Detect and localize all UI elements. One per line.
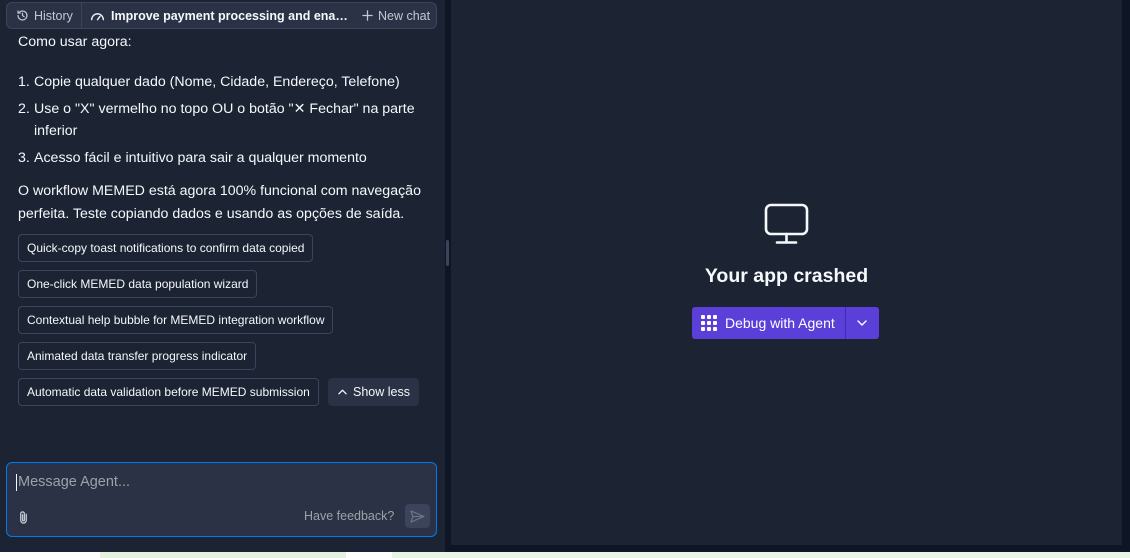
agent-icon <box>701 315 717 331</box>
history-label: History <box>34 8 73 23</box>
suggestion-chip[interactable]: Animated data transfer progress indicato… <box>18 342 257 370</box>
chat-title: Improve payment processing and enable m.… <box>111 8 354 23</box>
suggestion-chip[interactable]: One-click MEMED data population wizard <box>18 270 258 298</box>
list-number: 2. <box>18 101 30 117</box>
show-less-label: Show less <box>353 385 410 399</box>
list-text: Acesso fácil e intuitivo para sair a qua… <box>34 150 367 166</box>
chevron-up-icon <box>338 389 347 395</box>
divider <box>100 552 346 558</box>
message-summary: O workflow MEMED está agora 100% funcion… <box>18 183 421 222</box>
send-button[interactable] <box>405 504 430 528</box>
gauge-icon <box>90 9 105 22</box>
text-cursor <box>16 474 17 491</box>
divider <box>392 552 1130 558</box>
plus-icon <box>362 10 373 21</box>
feedback-link[interactable]: Have feedback? <box>304 509 394 523</box>
history-button[interactable]: History <box>7 9 81 23</box>
monitor-icon <box>764 203 809 250</box>
crash-title: Your app crashed <box>704 265 869 287</box>
debug-label: Debug with Agent <box>725 315 835 331</box>
list-number: 3. <box>18 150 30 166</box>
paperclip-icon[interactable] <box>17 510 30 525</box>
list-text: Copie qualquer dado (Nome, Cidade, Ender… <box>34 74 400 90</box>
panel-resize-handle[interactable] <box>446 240 449 266</box>
list-text: Use o "X" vermelho no topo OU o botão "✕… <box>34 101 415 139</box>
send-icon <box>410 509 425 523</box>
chevron-down-icon <box>857 320 867 326</box>
message-input-box[interactable]: Message Agent... Have feedback? <box>6 462 437 537</box>
list-number: 1. <box>18 74 30 90</box>
suggestion-chip[interactable]: Contextual help bubble for MEMED integra… <box>18 306 334 334</box>
preview-panel: Your app crashed Debug with Agent <box>451 0 1122 545</box>
chat-title-button[interactable]: Improve payment processing and enable m.… <box>82 9 354 23</box>
new-chat-label: New chat <box>378 8 431 23</box>
show-less-button[interactable]: Show less <box>328 378 419 406</box>
agent-panel: History Improve payment processing and e… <box>0 0 445 552</box>
new-chat-button[interactable]: New chat <box>354 9 430 23</box>
debug-with-agent-button[interactable]: Debug with Agent <box>692 307 845 339</box>
message-heading: Como usar agora: <box>18 34 132 50</box>
history-icon <box>16 9 29 22</box>
agent-message: Como usar agora: 1. Copie qualquer dado … <box>18 32 423 226</box>
chat-header: History Improve payment processing and e… <box>6 2 437 29</box>
bottom-strip <box>0 552 1130 558</box>
debug-split-button: Debug with Agent <box>692 307 879 339</box>
message-input[interactable]: Message Agent... <box>18 474 130 490</box>
list-item: 2. Use o "X" vermelho no topo OU o botão… <box>18 98 423 142</box>
list-item: 1. Copie qualquer dado (Nome, Cidade, En… <box>18 71 423 93</box>
list-item: 3. Acesso fácil e intuitivo para sair a … <box>18 147 423 169</box>
suggestion-chip[interactable]: Automatic data validation before MEMED s… <box>18 378 319 406</box>
debug-options-button[interactable] <box>845 307 879 339</box>
suggestion-chip[interactable]: Quick-copy toast notifications to confir… <box>18 234 314 262</box>
crash-screen: Your app crashed Debug with Agent <box>451 0 1122 545</box>
steps-list: 1. Copie qualquer dado (Nome, Cidade, En… <box>18 71 423 169</box>
